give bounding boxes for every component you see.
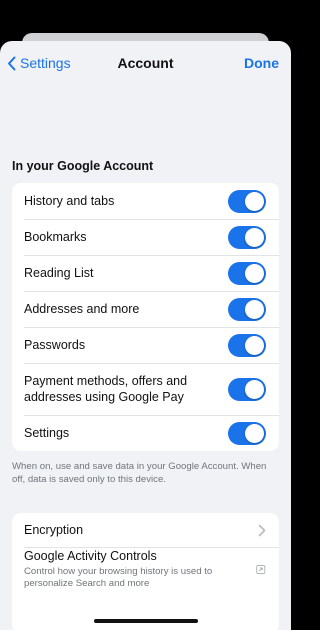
encryption-label: Encryption (24, 523, 84, 537)
sync-row-bookmarks: Bookmarks (12, 219, 279, 255)
addresses-toggle[interactable] (228, 297, 266, 321)
section-title: In your Google Account (12, 159, 154, 173)
passwords-toggle[interactable] (228, 333, 266, 357)
toggle-knob (245, 263, 264, 283)
sync-row-label: Passwords (24, 338, 86, 352)
toggle-knob (245, 335, 264, 355)
reading-list-toggle[interactable] (228, 261, 266, 285)
sync-footnote: When on, use and save data in your Googl… (12, 461, 267, 485)
toggle-knob (245, 423, 264, 443)
sync-row-label: Reading List (24, 266, 94, 280)
history-toggle[interactable] (228, 189, 266, 213)
external-link-icon (256, 564, 266, 574)
sync-row-label: Addresses and more (24, 302, 140, 316)
activity-label: Google Activity Controls (24, 549, 157, 563)
sync-row-label: Payment methods, offers and addresses us… (24, 374, 188, 404)
sync-row-label: History and tabs (24, 194, 115, 208)
settings-toggle[interactable] (228, 421, 266, 445)
toggle-knob (245, 191, 264, 211)
activity-description: Control how your browsing history is use… (24, 566, 213, 589)
sync-row-reading-list: Reading List (12, 255, 279, 291)
sync-row-history: History and tabs (12, 183, 279, 219)
toggle-knob (245, 227, 264, 247)
sync-row-passwords: Passwords (12, 327, 279, 363)
payment-methods-toggle[interactable] (228, 377, 266, 401)
encryption-row[interactable]: Encryption (12, 513, 279, 547)
advanced-settings-list: Encryption Google Activity Controls Cont… (12, 513, 279, 630)
toggle-knob (245, 379, 264, 399)
account-sheet: Settings Account Done In your Google Acc… (0, 41, 291, 630)
toggle-knob (245, 299, 264, 319)
activity-controls-row[interactable]: Google Activity Controls Control how you… (12, 547, 279, 591)
sync-row-label: Bookmarks (24, 230, 87, 244)
done-button[interactable]: Done (244, 55, 279, 71)
activity-text: Google Activity Controls Control how you… (24, 548, 256, 590)
chevron-right-icon (258, 524, 266, 536)
bookmarks-toggle[interactable] (228, 225, 266, 249)
sync-row-label: Settings (24, 426, 70, 440)
sync-row-settings: Settings (12, 415, 279, 451)
sync-row-payment-methods: Payment methods, offers and addresses us… (12, 363, 279, 415)
sync-row-addresses: Addresses and more (12, 291, 279, 327)
sync-settings-list: History and tabs Bookmarks Reading List … (12, 183, 279, 451)
navigation-bar: Settings Account Done (0, 41, 291, 87)
home-indicator (94, 619, 198, 623)
